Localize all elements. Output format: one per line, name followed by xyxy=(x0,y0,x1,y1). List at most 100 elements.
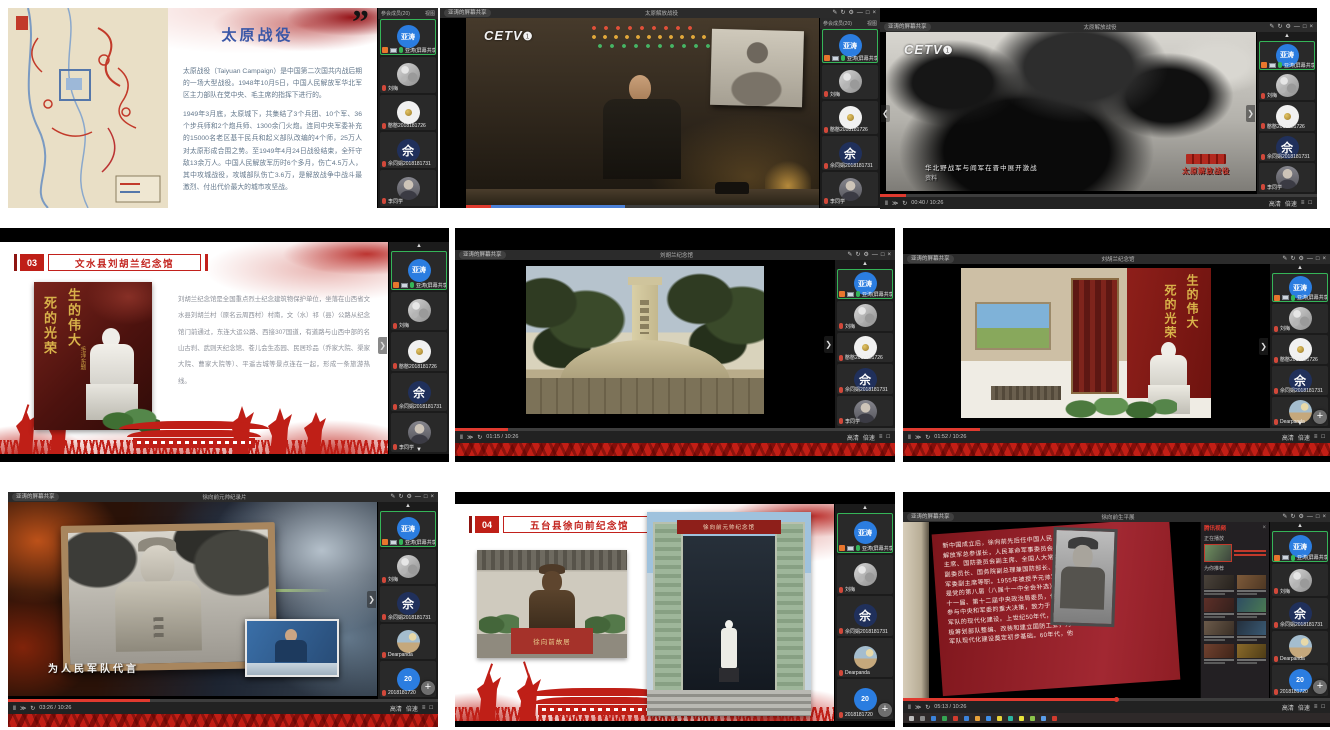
video-thumbnail[interactable] xyxy=(1237,575,1267,595)
scroll-down-arrow[interactable]: ▼ xyxy=(1297,421,1303,427)
titlebar-icon[interactable]: ⚙ xyxy=(406,492,411,502)
close-icon[interactable]: × xyxy=(1262,525,1266,531)
titlebar-icon[interactable]: ⚙ xyxy=(1285,22,1290,32)
titlebar-icon[interactable]: ⚙ xyxy=(863,250,868,260)
fullscreen-icon[interactable]: □ xyxy=(1308,200,1312,206)
participant-tile[interactable]: 刘梅 xyxy=(822,65,878,99)
taskbar-icon[interactable] xyxy=(975,716,980,721)
participant-tile[interactable]: 亚涛 亚涛(屏幕共享) xyxy=(837,513,893,553)
video-thumbnail[interactable] xyxy=(1237,644,1267,664)
quality-button[interactable]: 高清 xyxy=(847,433,859,442)
taskbar-icon[interactable] xyxy=(920,716,925,721)
titlebar-icon[interactable]: ⚙ xyxy=(848,8,853,18)
next-slide-arrow[interactable]: ❯ xyxy=(367,591,376,608)
next-icon[interactable]: ≫ xyxy=(892,200,898,207)
taskbar-icon[interactable] xyxy=(1041,716,1046,721)
participant-tile[interactable]: 佘 佘同娟2018181731 xyxy=(1272,598,1328,629)
titlebar-icon[interactable]: ✎ xyxy=(832,8,837,18)
add-participant-button[interactable]: + xyxy=(421,681,435,695)
titlebar-icon[interactable]: □ xyxy=(1316,512,1320,522)
next-slide-arrow[interactable]: ❯ xyxy=(1246,105,1255,122)
pause-icon[interactable]: Ⅱ xyxy=(885,200,888,207)
taskbar-icon[interactable] xyxy=(953,716,958,721)
participant-tile[interactable]: 佘 佘同娟2018181731 xyxy=(822,136,878,170)
titlebar-icon[interactable]: ⚙ xyxy=(1298,512,1303,522)
next-icon[interactable]: ≫ xyxy=(915,704,921,711)
pause-icon[interactable]: Ⅱ xyxy=(460,434,463,441)
speed-button[interactable]: 倍速 xyxy=(406,704,418,713)
participant-tile[interactable]: 憨憨2018181726 xyxy=(380,95,436,131)
participant-tile[interactable]: 憨憨2018181726 xyxy=(1272,335,1328,364)
participant-tile[interactable]: 佘 佘同娟2018181731 xyxy=(1272,366,1328,395)
collapse-arrow[interactable]: ▲ xyxy=(1270,522,1330,531)
titlebar-icon[interactable]: — xyxy=(1294,22,1300,32)
titlebar-icon[interactable]: ↻ xyxy=(840,8,845,18)
quality-button[interactable]: 高清 xyxy=(390,704,402,713)
participant-tile[interactable]: 亚涛 亚涛(屏幕共享) xyxy=(1272,273,1328,302)
participant-tile[interactable]: 憨憨2018181726 xyxy=(391,332,447,371)
taskbar-icon[interactable] xyxy=(1052,716,1057,721)
titlebar-icon[interactable]: □ xyxy=(1303,22,1307,32)
taskbar-icon[interactable] xyxy=(931,716,936,721)
participant-tile[interactable]: 佘 佘同娟2018181731 xyxy=(380,132,436,168)
titlebar-icon[interactable]: — xyxy=(872,250,878,260)
loop-icon[interactable]: ↻ xyxy=(477,434,482,441)
titlebar-icon[interactable]: ⚙ xyxy=(1298,254,1303,264)
participant-tile[interactable]: 憨憨2018181726 xyxy=(822,101,878,135)
titlebar-icon[interactable]: ↻ xyxy=(855,250,860,260)
video-area[interactable]: CETV❶ xyxy=(440,18,819,208)
loop-icon[interactable]: ↻ xyxy=(925,434,930,441)
taskbar-icon[interactable] xyxy=(964,716,969,721)
prev-slide-arrow[interactable]: ❮ xyxy=(881,105,890,122)
participant-tile[interactable]: Dearpanda xyxy=(380,624,436,660)
video-area[interactable]: CETV❶ ❮ ❯ 华北野战军与阎军在晋中展开激战 资料 太原解放战役 xyxy=(880,32,1256,194)
titlebar-icon[interactable]: × xyxy=(1322,254,1326,264)
next-slide-arrow[interactable]: ❯ xyxy=(1259,338,1268,355)
add-participant-button[interactable]: + xyxy=(878,703,892,717)
next-icon[interactable]: ≫ xyxy=(467,434,473,441)
speed-button[interactable]: 倍速 xyxy=(863,433,875,442)
add-participant-button[interactable]: + xyxy=(1313,410,1327,424)
video-progress-bar[interactable] xyxy=(903,698,1330,701)
playlist-icon[interactable]: ≡ xyxy=(1314,434,1318,440)
fullscreen-icon[interactable]: □ xyxy=(1321,434,1325,440)
next-slide-arrow[interactable]: ❯ xyxy=(378,337,387,354)
taskbar-icon[interactable] xyxy=(1019,716,1024,721)
video-progress-bar[interactable] xyxy=(8,699,438,702)
titlebar-icon[interactable]: × xyxy=(1322,512,1326,522)
titlebar-icon[interactable]: × xyxy=(430,492,434,502)
collapse-arrow[interactable]: ▲ xyxy=(835,260,895,269)
participant-tile[interactable]: 亚涛 亚涛(屏幕共享) xyxy=(837,269,893,299)
titlebar-icon[interactable]: — xyxy=(415,492,421,502)
titlebar-icon[interactable]: □ xyxy=(866,8,870,18)
titlebar-icon[interactable]: × xyxy=(872,8,876,18)
participant-tile[interactable]: 憨憨2018181726 xyxy=(837,333,893,363)
loop-icon[interactable]: ↻ xyxy=(30,705,35,712)
participant-tile[interactable]: 李同学 xyxy=(822,172,878,206)
scroll-down-arrow[interactable]: ▼ xyxy=(416,447,422,453)
participant-tile[interactable]: 刘梅 xyxy=(1272,304,1328,333)
titlebar-icon[interactable]: ↻ xyxy=(1290,254,1295,264)
playlist-icon[interactable]: ≡ xyxy=(1301,200,1305,206)
playlist-icon[interactable]: ≡ xyxy=(879,434,883,440)
fullscreen-icon[interactable]: □ xyxy=(886,434,890,440)
video-area[interactable]: ❯ xyxy=(455,260,834,428)
participant-tile[interactable]: Dearpanda xyxy=(1272,631,1328,662)
collapse-arrow[interactable]: ▲ xyxy=(835,504,895,513)
participant-tile[interactable]: 亚涛 亚涛(屏幕共享) xyxy=(391,251,447,290)
participant-tile[interactable]: 亚涛 亚涛(屏幕共享) xyxy=(1259,41,1315,70)
participant-tile[interactable]: 佘 佘同娟2018181731 xyxy=(391,373,447,412)
participant-tile[interactable]: 亚涛 亚涛(屏幕共享) xyxy=(380,511,436,547)
titlebar-icon[interactable]: ✎ xyxy=(1269,22,1274,32)
titlebar-icon[interactable]: ↻ xyxy=(1290,512,1295,522)
video-thumbnail[interactable] xyxy=(1237,621,1267,641)
participant-tile[interactable]: 亚涛 亚涛(屏幕共享) xyxy=(380,19,436,55)
collapse-arrow[interactable]: ▲ xyxy=(378,502,438,511)
add-participant-button[interactable]: + xyxy=(1313,680,1327,694)
pause-icon[interactable]: Ⅱ xyxy=(908,434,911,441)
participant-tile[interactable]: 亚涛 亚涛(屏幕共享) xyxy=(822,29,878,63)
taskbar-icon[interactable] xyxy=(997,716,1002,721)
video-thumbnail[interactable] xyxy=(1204,598,1234,618)
video-thumbnail[interactable] xyxy=(1204,621,1234,641)
taskbar-icon[interactable] xyxy=(1030,716,1035,721)
